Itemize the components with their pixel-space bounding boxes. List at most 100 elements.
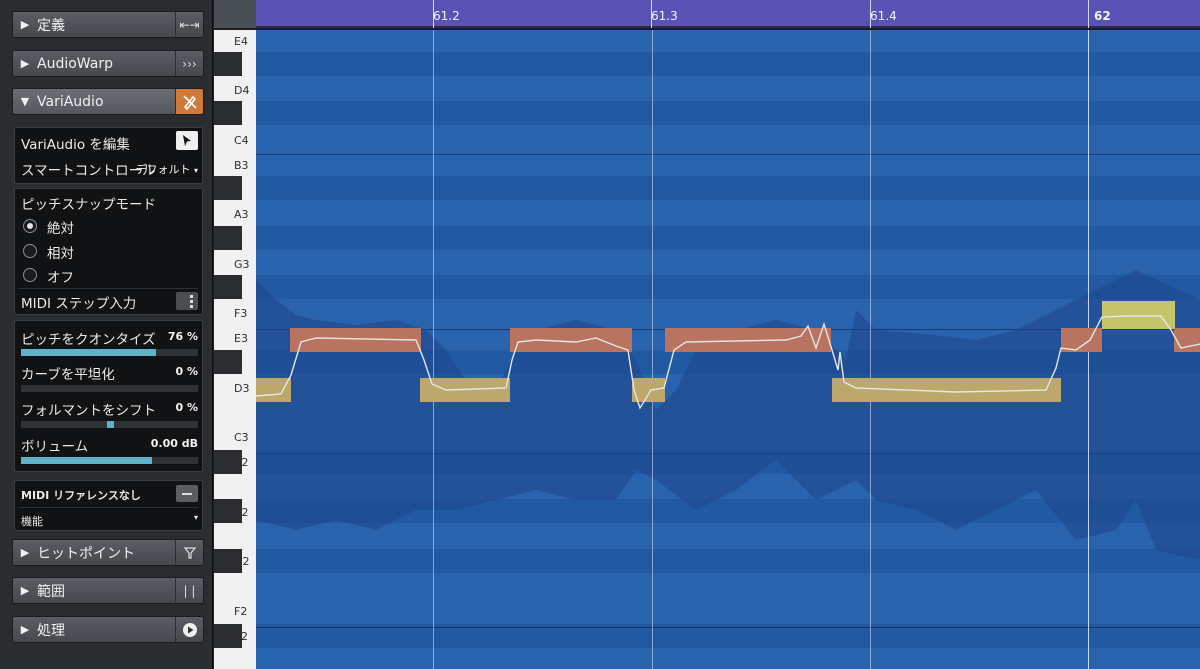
straighten-curve-label: カーブを平坦化	[21, 367, 115, 383]
key-label: E4	[234, 35, 248, 48]
midi-step-input-label: MIDI ステップ入力	[21, 296, 137, 312]
section-process-label: 処理	[37, 622, 65, 639]
bar-tick	[1088, 0, 1089, 28]
section-variaudio-header[interactable]: ▼ VariAudio	[12, 88, 204, 115]
hitpoint-filter-button[interactable]	[175, 540, 203, 565]
ruler-corner	[214, 0, 256, 28]
key-label: C3	[234, 431, 249, 444]
function-label: 機能	[21, 515, 43, 528]
midi-reference-label: MIDI リファレンスなし	[21, 489, 141, 502]
divider	[19, 507, 198, 508]
smart-control-value: デフォルト	[135, 163, 191, 176]
black-key[interactable]	[214, 350, 242, 374]
section-variaudio-label: VariAudio	[37, 93, 104, 110]
key-label: D3	[234, 382, 250, 395]
snap-off-radio[interactable]	[23, 268, 37, 282]
audiowarp-tool-button[interactable]: ›››	[175, 51, 203, 76]
minus-icon	[182, 492, 192, 495]
key-label: G3	[234, 258, 250, 271]
section-definition-label: 定義	[37, 17, 65, 34]
black-key[interactable]	[214, 275, 242, 299]
key-label: C4	[234, 134, 249, 147]
quantize-pitch-slider[interactable]	[21, 349, 198, 356]
variaudio-edit-label: VariAudio を編集	[21, 137, 130, 153]
straighten-curve-value: 0 %	[175, 365, 198, 378]
process-play-button[interactable]	[175, 617, 203, 642]
piano-keyboard[interactable]: E4 D4 C4 B3 A3 G3 F3 E3 D3 C3 B2 A2 G2 F…	[214, 30, 256, 669]
section-audiowarp-label: AudioWarp	[37, 55, 113, 72]
expand-triangle-icon: ▶	[20, 57, 30, 70]
snap-relative-label: 相対	[47, 246, 74, 262]
key-label: F2	[234, 605, 248, 618]
section-audiowarp-header[interactable]: ▶ AudioWarp ›››	[12, 50, 204, 77]
formant-shift-slider[interactable]	[21, 421, 198, 428]
cursor-arrow-icon	[183, 135, 191, 146]
bar-label: 61.4	[870, 9, 897, 23]
section-hitpoint-header[interactable]: ▶ ヒットポイント	[12, 539, 204, 566]
straighten-curve-slider[interactable]	[21, 385, 198, 392]
volume-slider[interactable]	[21, 457, 198, 464]
snap-relative-radio[interactable]	[23, 244, 37, 258]
pitch-snap-title: ピッチスナップモード	[21, 197, 156, 213]
snap-absolute-label: 絶対	[47, 221, 74, 237]
black-key[interactable]	[214, 176, 242, 200]
variaudio-edit-button[interactable]	[176, 131, 198, 150]
collapse-triangle-icon: ▼	[20, 95, 30, 108]
black-key[interactable]	[214, 101, 242, 125]
pitch-snap-box: ピッチスナップモード 絶対 相対 オフ MIDI ステップ入力	[14, 188, 203, 315]
divider	[19, 288, 198, 289]
expand-triangle-icon: ▶	[20, 623, 30, 636]
volume-value: 0.00 dB	[150, 437, 198, 450]
black-key[interactable]	[214, 226, 242, 250]
quantize-pitch-value: 76 %	[167, 330, 198, 343]
slider-fill	[21, 457, 152, 464]
snap-absolute-radio[interactable]	[23, 219, 37, 233]
key-label: E2	[234, 630, 248, 643]
key-label: A3	[234, 208, 249, 221]
slider-fill	[21, 349, 156, 356]
pitch-curve	[256, 315, 1200, 410]
black-key[interactable]	[214, 52, 242, 76]
dropdown-arrow-icon: ▾	[193, 166, 198, 175]
midi-step-input-button[interactable]	[176, 292, 198, 310]
variaudio-edit-toggle-button[interactable]	[175, 89, 203, 114]
section-hitpoint-label: ヒットポイント	[37, 545, 135, 562]
section-definition-header[interactable]: ▶ 定義 ⇤⇥	[12, 11, 204, 38]
bar-label: 62	[1094, 9, 1111, 23]
timeline-ruler[interactable]: 61.2 61.3 61.4 62	[214, 0, 1200, 28]
keyboard-icon	[190, 295, 193, 308]
expand-triangle-icon: ▶	[20, 18, 30, 31]
expand-triangle-icon: ▶	[20, 546, 30, 559]
midi-reference-box: MIDI リファレンスなし 機能 ▾	[14, 480, 203, 531]
formant-shift-label: フォルマントをシフト	[21, 403, 156, 419]
key-label: D4	[234, 84, 250, 97]
variaudio-note-grid[interactable]	[256, 30, 1200, 669]
bar-label: 61.3	[651, 9, 678, 23]
section-range-label: 範囲	[37, 583, 65, 600]
variaudio-edit-box: VariAudio を編集 スマートコントロール デフォルト ▾	[14, 127, 203, 184]
inspector-panel: ▶ 定義 ⇤⇥ ▶ AudioWarp ››› ▼ VariAudio Vari…	[0, 0, 213, 669]
section-range-header[interactable]: ▶ 範囲 | |	[12, 577, 204, 604]
expand-triangle-icon: ▶	[20, 584, 30, 597]
slider-thumb[interactable]	[107, 421, 114, 428]
key-label: A2	[234, 506, 249, 519]
definition-tool-button[interactable]: ⇤⇥	[175, 12, 203, 37]
pencil-slash-icon	[182, 94, 197, 110]
midi-reference-button[interactable]	[176, 485, 198, 502]
smart-control-select[interactable]: デフォルト ▾	[135, 161, 198, 177]
key-label: B3	[234, 159, 249, 172]
quantize-sliders-box: ピッチをクオンタイズ 76 % カーブを平坦化 0 % フォルマントをシフト 0…	[14, 320, 203, 472]
snap-off-label: オフ	[47, 270, 74, 286]
range-button[interactable]: | |	[175, 578, 203, 603]
section-process-header[interactable]: ▶ 処理	[12, 616, 204, 643]
play-circle-icon	[182, 622, 197, 637]
filter-icon	[183, 546, 196, 559]
key-label: F3	[234, 307, 248, 320]
bar-label: 61.2	[433, 9, 460, 23]
function-select[interactable]: 機能	[21, 513, 198, 529]
key-label: B2	[234, 456, 249, 469]
dropdown-arrow-icon: ▾	[193, 513, 198, 522]
key-label: G2	[234, 555, 250, 568]
key-label: E3	[234, 332, 248, 345]
formant-shift-value: 0 %	[175, 401, 198, 414]
